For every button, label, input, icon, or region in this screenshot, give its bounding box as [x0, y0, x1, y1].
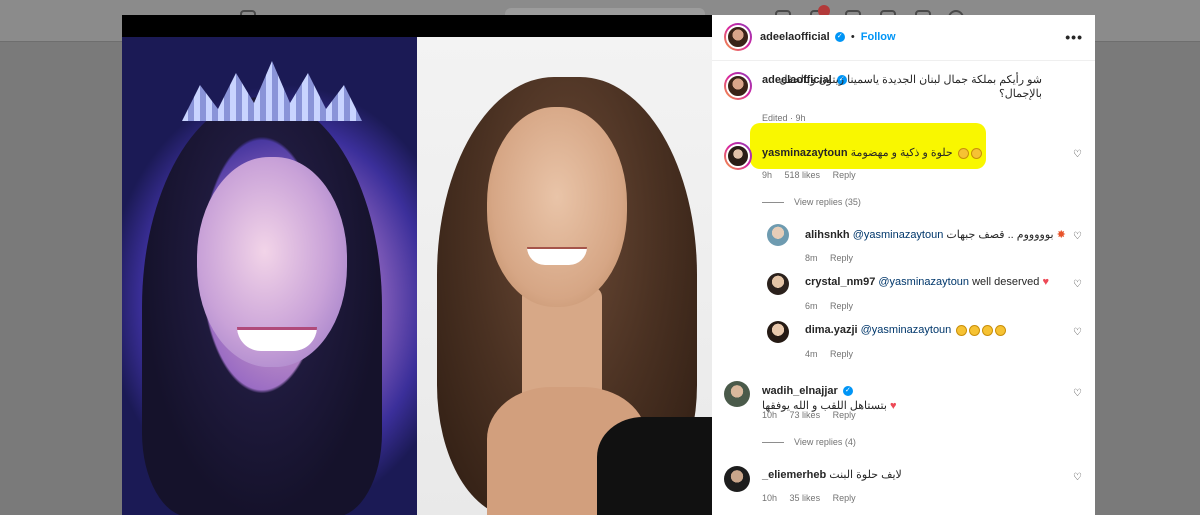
reply-button[interactable]: Reply	[833, 493, 856, 503]
view-replies-toggle[interactable]: View replies (4)	[762, 437, 866, 447]
comment-username[interactable]: wadih_elnajjar	[762, 385, 838, 397]
reply-time: 4m	[805, 349, 818, 359]
reply-meta: 4m Reply	[805, 349, 863, 359]
verified-icon: ✓	[842, 386, 853, 397]
reply-row: crystal_nm97 @yasminazaytoun well deserv…	[805, 276, 1049, 288]
comment-avatar[interactable]	[724, 466, 750, 492]
post-media[interactable]	[122, 15, 712, 515]
reply-meta: 6m Reply	[805, 301, 863, 311]
like-heart-icon[interactable]: ♡	[1073, 232, 1083, 242]
comment-row: wadih_elnajjar ✓	[762, 385, 853, 397]
header-author-row: adeelaofficial ✓ • Follow	[760, 31, 896, 43]
crown-image	[182, 61, 362, 121]
red-heart-icon: ♥	[1042, 276, 1049, 288]
reply-text: بوووووم .. قصف جبهات	[946, 229, 1054, 241]
comment-username[interactable]: yasminazaytoun	[762, 147, 848, 159]
comment-avatar[interactable]	[724, 142, 752, 170]
like-heart-icon[interactable]: ♡	[1073, 150, 1083, 160]
media-top-strip	[122, 15, 712, 37]
comment-likes[interactable]: 518 likes	[785, 170, 821, 180]
author-username[interactable]: adeelaofficial	[760, 31, 830, 43]
reply-button[interactable]: Reply	[833, 410, 856, 420]
reply-row: dima.yazji @yasminazaytoun	[805, 324, 1007, 336]
reply-text: well deserved	[972, 276, 1040, 288]
replies-line	[762, 442, 784, 444]
like-heart-icon[interactable]: ♡	[1073, 473, 1083, 483]
reply-avatar[interactable]	[767, 273, 789, 295]
reply-time: 8m	[805, 253, 818, 263]
comment-likes[interactable]: 73 likes	[790, 410, 821, 420]
post-header: adeelaofficial ✓ • Follow •••	[712, 15, 1095, 61]
caption-text: شو رأيكم بملكة جمال لبنان الجديدة ياسمين…	[779, 74, 1042, 100]
author-avatar[interactable]	[724, 23, 752, 51]
caption-time: Edited · 9h	[762, 113, 806, 123]
separator-dot: •	[850, 31, 855, 43]
reply-button[interactable]: Reply	[833, 170, 856, 180]
comment-meta: 10h 35 likes Reply	[762, 493, 866, 503]
like-heart-icon[interactable]: ♡	[1073, 389, 1083, 399]
reply-mention[interactable]: @yasminazaytoun	[878, 276, 969, 288]
reply-username[interactable]: dima.yazji	[805, 324, 858, 336]
comment-text: لايف حلوة البنت	[829, 469, 902, 481]
reply-avatar[interactable]	[767, 224, 789, 246]
more-options-icon[interactable]: •••	[1065, 29, 1083, 45]
comments-panel: adeelaofficial ✓ • Follow ••• adeelaoffi…	[712, 15, 1095, 515]
photo-right-face	[487, 107, 627, 307]
caption-author-avatar[interactable]	[724, 72, 752, 100]
reply-row: alihsnkh @yasminazaytoun بوووووم .. قصف …	[805, 228, 1066, 241]
view-replies-label: View replies (35)	[794, 197, 861, 207]
comment-row: _eliemerheb لايف حلوة البنت	[762, 468, 902, 481]
reply-meta: 8m Reply	[805, 253, 863, 263]
reply-button[interactable]: Reply	[830, 301, 853, 311]
reply-avatar[interactable]	[767, 321, 789, 343]
view-replies-toggle[interactable]: View replies (35)	[762, 197, 871, 207]
follow-button[interactable]: Follow	[861, 31, 896, 43]
comment-time: 10h	[762, 493, 778, 503]
reply-username[interactable]: alihsnkh	[805, 229, 850, 241]
comment-meta: 9h 518 likes Reply	[762, 170, 866, 180]
photo-right-smile	[527, 247, 587, 265]
grinning-emoji-icon	[969, 324, 981, 336]
photo-right-top	[597, 417, 712, 515]
comment-avatar[interactable]	[724, 381, 750, 407]
red-heart-icon: ♥	[889, 400, 897, 412]
reply-button[interactable]: Reply	[830, 253, 853, 263]
collision-emoji-icon: ✸	[1056, 229, 1066, 241]
photo-crowned-woman	[122, 37, 417, 515]
comment-username[interactable]: _eliemerheb	[762, 469, 826, 481]
like-heart-icon[interactable]: ♡	[1073, 328, 1083, 338]
grinning-emoji-icon	[995, 324, 1007, 336]
reply-mention[interactable]: @yasminazaytoun	[853, 229, 944, 241]
verified-icon: ✓	[834, 32, 845, 43]
comment-meta: 10h 73 likes Reply	[762, 410, 866, 420]
comment-likes[interactable]: 35 likes	[790, 493, 821, 503]
comment-row: yasminazaytoun حلوة و ذكية و مهضومة	[762, 146, 982, 159]
view-replies-label: View replies (4)	[794, 437, 856, 447]
comment-time: 9h	[762, 170, 773, 180]
reply-mention[interactable]: @yasminazaytoun	[861, 324, 952, 336]
replies-line	[762, 202, 784, 204]
grinning-emoji-icon	[956, 324, 968, 336]
photo-left-smile	[237, 327, 317, 351]
post-modal: adeelaofficial ✓ • Follow ••• adeelaoffi…	[122, 15, 1095, 515]
reply-time: 6m	[805, 301, 818, 311]
grinning-emoji-icon	[982, 324, 994, 336]
reply-button[interactable]: Reply	[830, 349, 853, 359]
reply-username[interactable]: crystal_nm97	[805, 276, 875, 288]
like-heart-icon[interactable]: ♡	[1073, 280, 1083, 290]
comment-time: 10h	[762, 410, 778, 420]
comment-text: حلوة و ذكية و مهضومة	[850, 147, 953, 159]
grinning-emoji-icon	[957, 147, 969, 159]
photo-portrait-woman	[417, 37, 712, 515]
grinning-emoji-icon	[970, 147, 982, 159]
